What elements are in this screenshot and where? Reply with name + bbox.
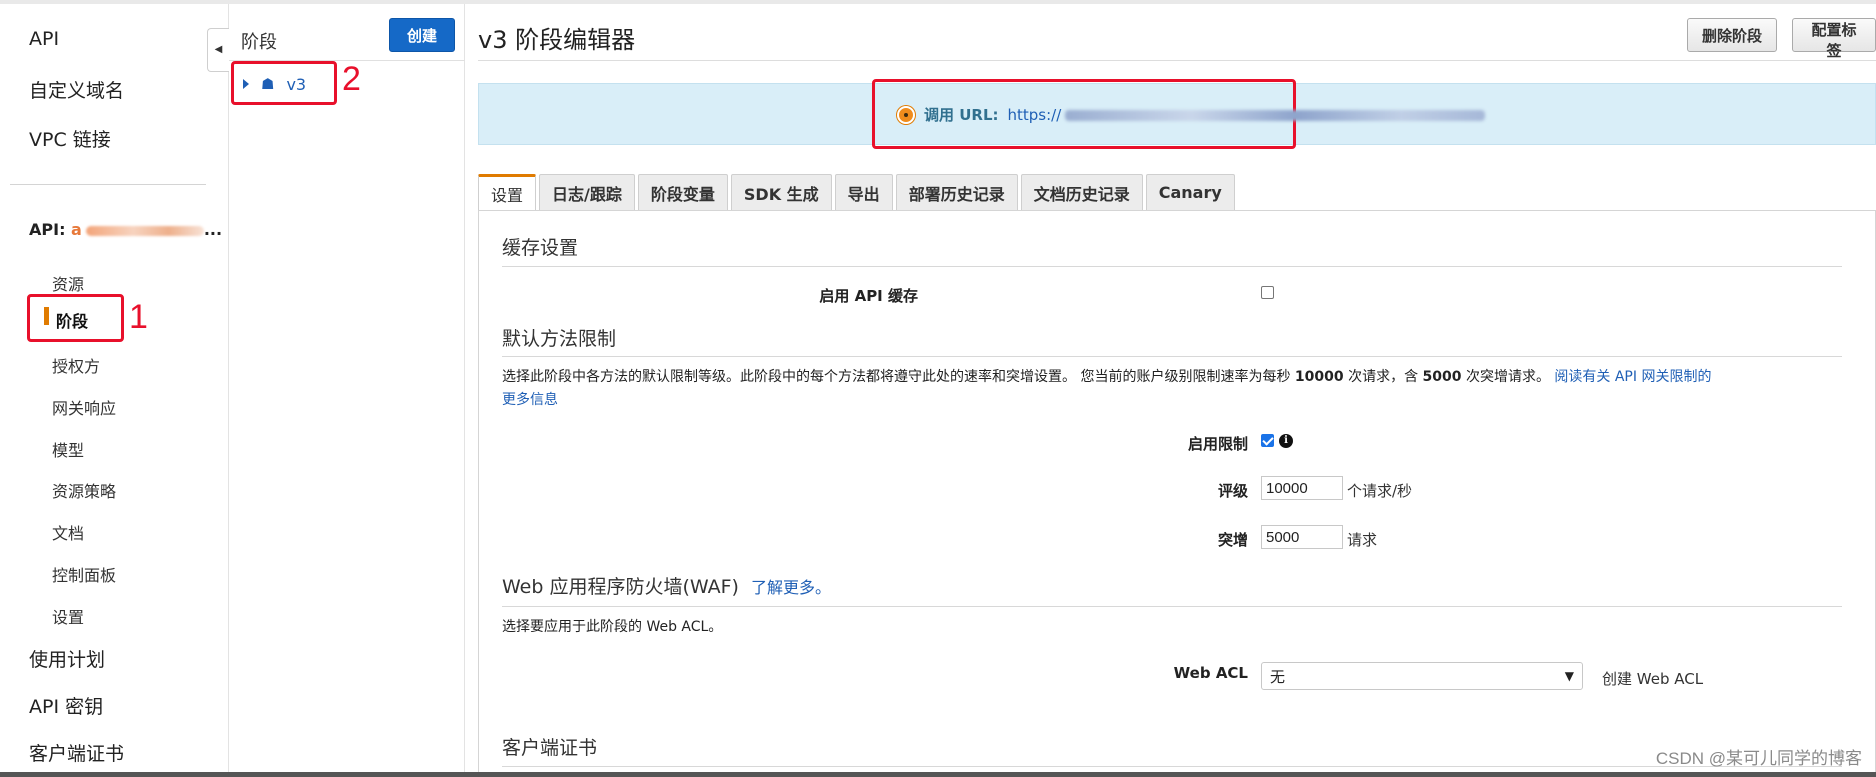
api-name-redacted — [85, 225, 204, 236]
throttling-desc-1: 选择此阶段中各方法的默认限制等级。此阶段中的每个方法都将遵守此处的速率和突增设置… — [502, 369, 1295, 385]
create-stage-button[interactable]: 创建 — [389, 18, 455, 52]
create-web-acl-link[interactable]: 创建 Web ACL — [1602, 668, 1703, 689]
nav-item-client-certificates[interactable]: 客户端证书 — [29, 739, 124, 766]
chevron-down-icon: ▼ — [1564, 669, 1574, 683]
rate-input[interactable] — [1261, 476, 1343, 500]
rate-unit: 个请求/秒 — [1347, 482, 1413, 500]
tab-canary[interactable]: Canary — [1145, 174, 1235, 210]
invoke-url-label: 调用 URL: — [924, 106, 999, 124]
stages-panel: 阶段 创建 ☗ v3 — [229, 4, 465, 772]
throttling-read-more-link[interactable]: 阅读有关 API 网关限制的 — [1554, 369, 1711, 385]
nav-item-api-keys[interactable]: API 密钥 — [29, 692, 103, 719]
burst-label: 突增 — [1217, 531, 1248, 549]
waf-learn-more-link[interactable]: 了解更多。 — [751, 578, 831, 597]
page-title: v3 阶段编辑器 — [478, 26, 636, 54]
left-navigation: API 自定义域名 VPC 链接 API: a... 资源 阶段 授权方 网关响… — [0, 4, 229, 772]
invoke-url-prefix: https:// — [1007, 105, 1062, 124]
nav-item-resources[interactable]: 资源 — [52, 271, 84, 295]
web-acl-selected: 无 — [1270, 667, 1286, 686]
tab-settings[interactable]: 设置 — [478, 174, 537, 210]
invoke-url-row: 调用 URL: https:// — [897, 104, 1486, 125]
client-certificate-divider — [502, 766, 1842, 767]
nav-item-custom-domains[interactable]: 自定义域名 — [29, 76, 124, 103]
enable-throttling-label: 启用限制 — [1187, 435, 1248, 453]
web-acl-select[interactable]: 无 ▼ — [1261, 662, 1583, 690]
api-name-ellipsis: ... — [203, 220, 223, 239]
tab-documentation-history[interactable]: 文档历史记录 — [1020, 174, 1143, 210]
throttling-more-info-link[interactable]: 更多信息 — [502, 392, 558, 408]
stage-editor: v3 阶段编辑器 删除阶段 配置标签 调用 URL: https:// 设置 日… — [466, 4, 1876, 776]
tab-deployment-history[interactable]: 部署历史记录 — [895, 174, 1018, 210]
tab-sdk-generation[interactable]: SDK 生成 — [730, 174, 832, 210]
rate-label: 评级 — [1217, 482, 1248, 500]
api-name-label: API: — [29, 220, 72, 239]
web-acl-label: Web ACL — [1173, 664, 1248, 682]
cache-settings-title: 缓存设置 — [502, 237, 579, 259]
waf-title: Web 应用程序防火墙(WAF) 了解更多。 — [502, 572, 831, 599]
throttling-desc-2: 次请求，含 — [1343, 369, 1423, 385]
stage-tabs: 设置 日志/跟踪 阶段变量 SDK 生成 导出 部署历史记录 文档历史记录 Ca… — [478, 174, 1235, 210]
stages-title: 阶段 — [241, 32, 277, 53]
title-divider — [478, 60, 1876, 61]
collapse-sidebar-button[interactable]: ◀ — [207, 28, 229, 72]
nav-item-vpc-links[interactable]: VPC 链接 — [29, 125, 111, 152]
chevron-left-icon: ◀ — [214, 44, 223, 55]
nav-item-models[interactable]: 模型 — [52, 437, 84, 461]
nav-item-dashboard[interactable]: 控制面板 — [52, 562, 116, 586]
tab-export[interactable]: 导出 — [834, 174, 893, 210]
nav-item-resource-policy[interactable]: 资源策略 — [52, 478, 116, 502]
cache-divider — [502, 266, 1842, 267]
enable-throttling-checkbox[interactable] — [1261, 434, 1274, 447]
invoke-url-redacted — [1065, 109, 1486, 121]
status-dot-icon — [897, 105, 915, 124]
nav-item-authorizers[interactable]: 授权方 — [52, 353, 100, 377]
account-rate-limit: 10000 — [1294, 369, 1344, 385]
waf-title-text: Web 应用程序防火墙(WAF) — [502, 576, 739, 598]
nav-item-gateway-responses[interactable]: 网关响应 — [52, 395, 116, 419]
throttling-title: 默认方法限制 — [502, 328, 617, 350]
watermark: CSDN @某可儿同学的博客 — [1655, 749, 1862, 768]
configure-tags-button[interactable]: 配置标签 — [1792, 18, 1876, 60]
burst-unit: 请求 — [1347, 531, 1378, 549]
throttling-description: 选择此阶段中各方法的默认限制等级。此阶段中的每个方法都将遵守此处的速率和突增设置… — [502, 366, 1862, 412]
nav-item-usage-plans[interactable]: 使用计划 — [29, 645, 105, 672]
annotation-number-1: 1 — [129, 298, 148, 336]
info-icon[interactable]: i — [1279, 434, 1293, 448]
delete-stage-button[interactable]: 删除阶段 — [1687, 18, 1778, 52]
tab-logs-tracing[interactable]: 日志/跟踪 — [539, 174, 635, 210]
enable-cache-checkbox[interactable] — [1261, 286, 1274, 299]
client-certificate-title: 客户端证书 — [502, 737, 598, 759]
annotation-box-1 — [27, 294, 124, 342]
throttling-divider — [502, 356, 1842, 357]
account-burst-limit: 5000 — [1422, 369, 1462, 385]
annotation-number-2: 2 — [342, 60, 361, 98]
waf-divider — [502, 606, 1842, 607]
tab-stage-variables[interactable]: 阶段变量 — [637, 174, 728, 210]
nav-item-documentation[interactable]: 文档 — [52, 520, 84, 544]
waf-description: 选择要应用于此阶段的 Web ACL。 — [502, 619, 723, 635]
invoke-url-link[interactable]: https:// — [1008, 106, 1486, 124]
nav-divider — [10, 184, 206, 185]
api-name-heading[interactable]: API: a... — [29, 220, 222, 239]
enable-cache-label: 启用 API 缓存 — [819, 287, 918, 305]
nav-item-api[interactable]: API — [29, 28, 59, 50]
bottom-border — [0, 772, 1876, 777]
burst-input[interactable] — [1261, 525, 1343, 549]
throttling-desc-3: 次突增请求。 — [1461, 369, 1555, 385]
api-name-visible: a — [71, 220, 82, 239]
annotation-box-2 — [231, 61, 337, 105]
nav-item-settings[interactable]: 设置 — [52, 604, 84, 628]
